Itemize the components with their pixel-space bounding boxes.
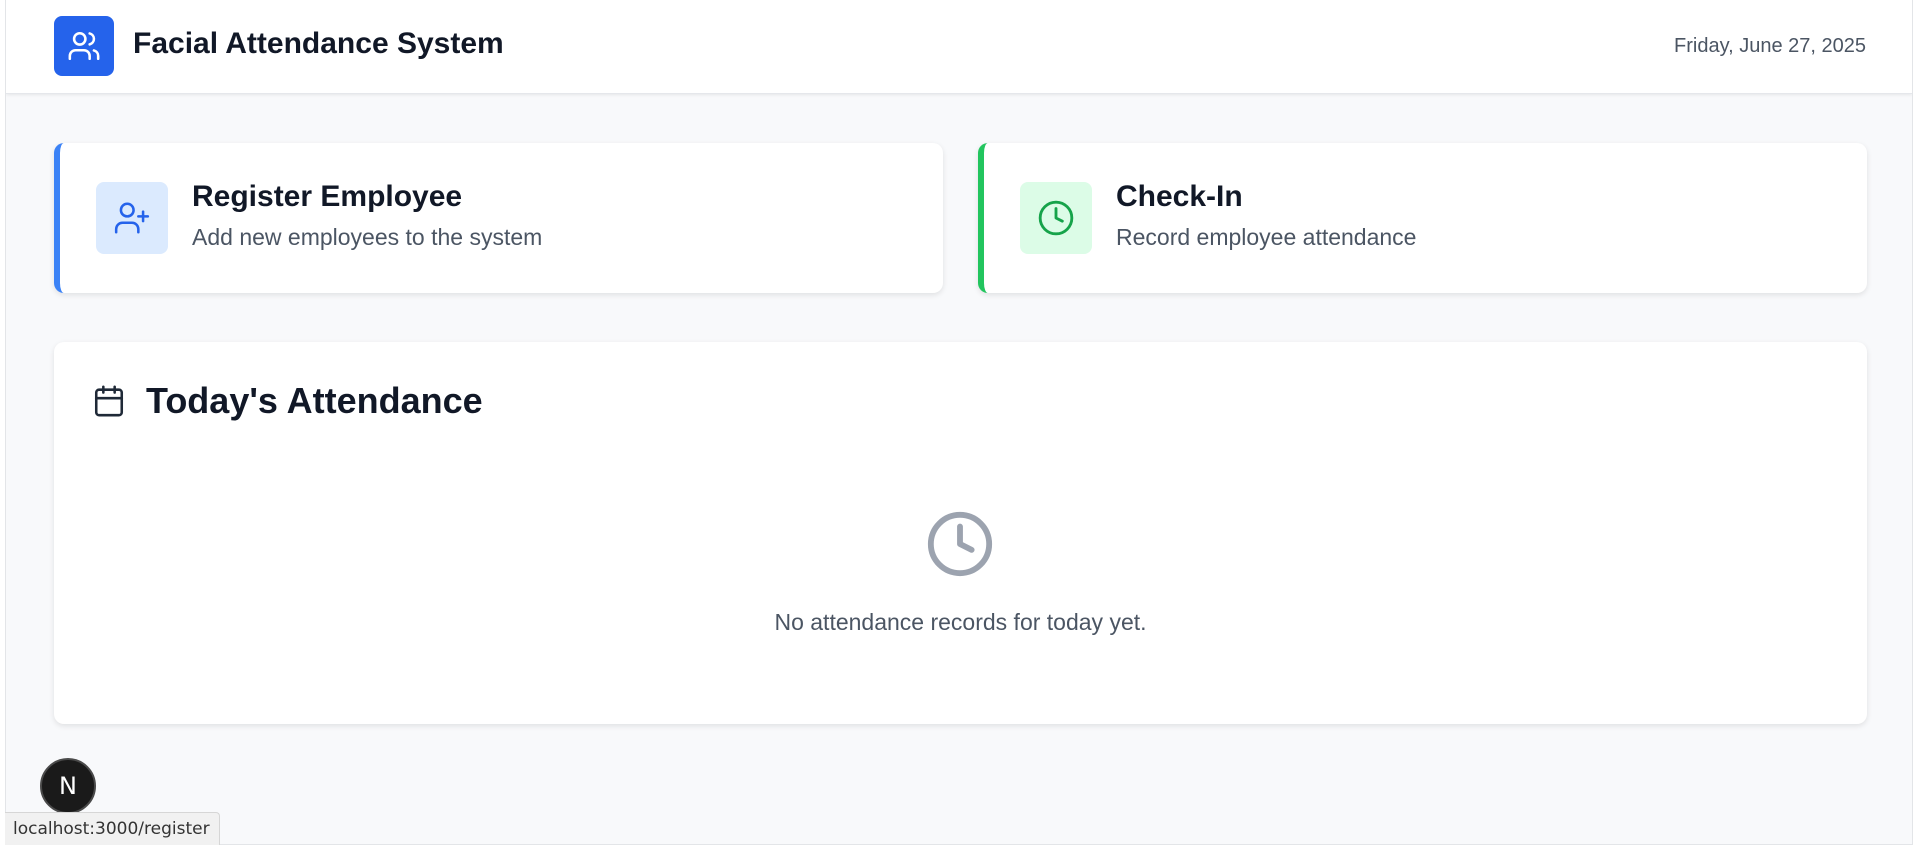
check-in-card[interactable]: Check-In Record employee attendance [978, 143, 1867, 293]
calendar-icon [94, 385, 124, 417]
checkin-card-subtitle: Record employee attendance [1116, 224, 1417, 250]
app-title: Facial Attendance System [133, 27, 504, 60]
checkin-card-title: Check-In [1116, 180, 1243, 213]
user-plus-icon [114, 202, 150, 234]
nextjs-dev-badge[interactable]: N [40, 758, 96, 814]
current-date: Friday, June 27, 2025 [1674, 35, 1866, 57]
todays-attendance-panel: Today's Attendance No attendance records… [54, 342, 1867, 724]
empty-clock-icon [927, 511, 993, 577]
status-bar-url: localhost:3000/register [5, 812, 220, 845]
attendance-title: Today's Attendance [146, 380, 483, 421]
app-logo [54, 16, 114, 76]
register-icon-box [96, 182, 168, 254]
clock-icon [1038, 200, 1074, 236]
checkin-icon-box [1020, 182, 1092, 254]
users-icon [68, 31, 100, 61]
empty-state-message: No attendance records for today yet. [774, 609, 1147, 635]
register-card-title: Register Employee [192, 180, 463, 213]
top-header: Facial Attendance System Friday, June 27… [6, 0, 1912, 94]
register-card-subtitle: Add new employees to the system [192, 224, 543, 250]
app-frame: Facial Attendance System Friday, June 27… [5, 0, 1913, 845]
register-employee-card[interactable]: Register Employee Add new employees to t… [54, 143, 943, 293]
